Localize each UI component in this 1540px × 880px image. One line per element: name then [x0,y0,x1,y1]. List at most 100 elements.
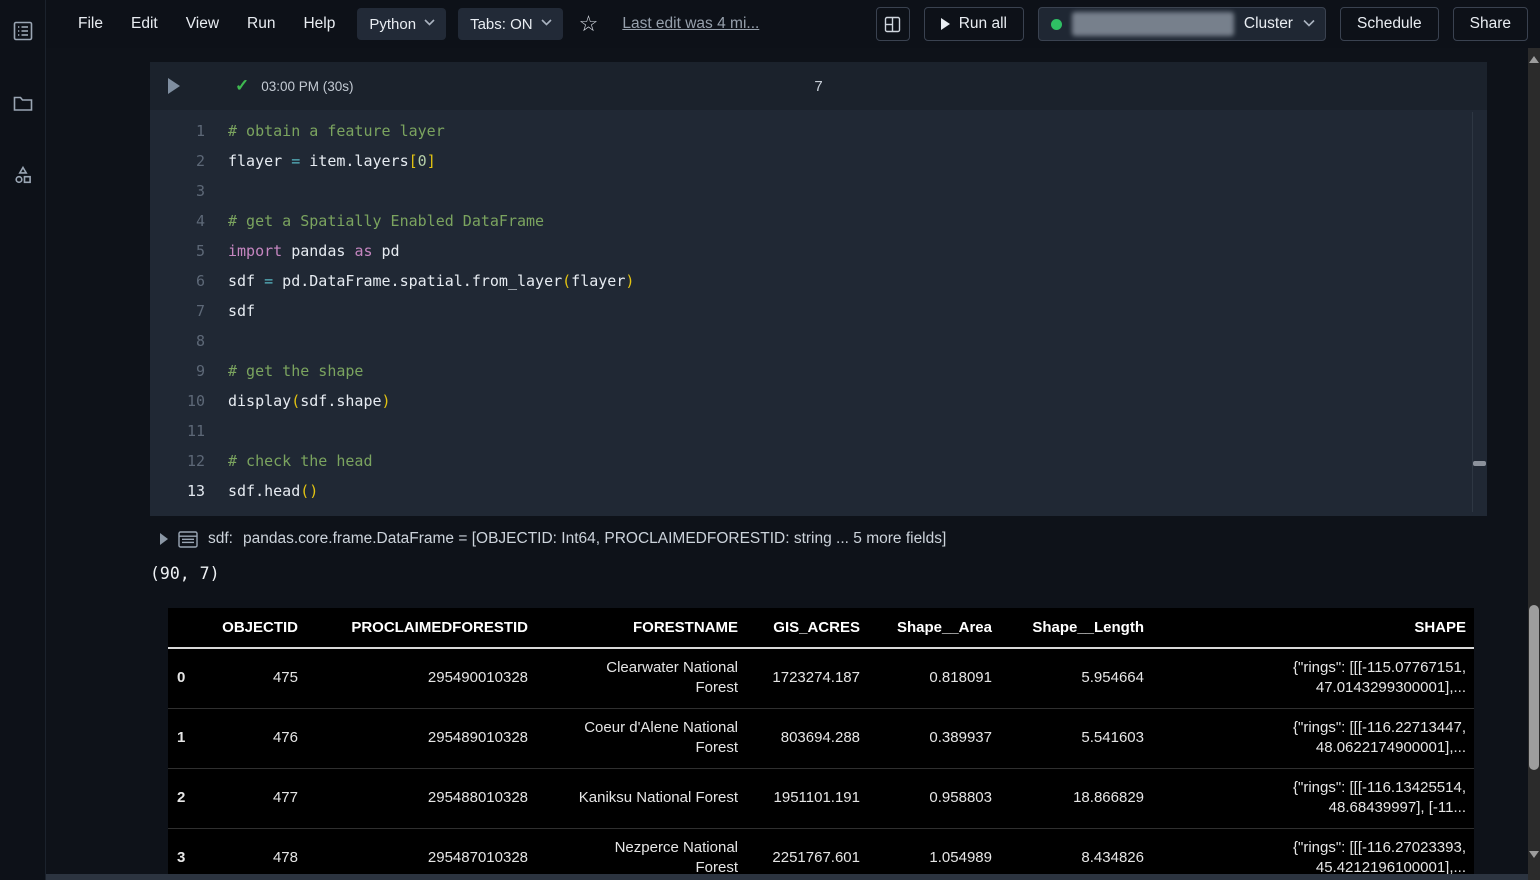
code-token: ( [300,482,310,500]
table-row: 1 476 295489010328 Coeur d'Alene National F… [168,708,1474,769]
menu-file[interactable]: File [78,15,103,33]
play-icon [940,18,950,30]
menu-edit[interactable]: Edit [131,15,158,33]
folder-icon[interactable] [0,80,46,126]
table-cell: 0 [168,648,216,709]
table-cell: 478 [216,828,300,880]
table-cell: 1723274.187 [740,648,862,709]
code-token: sdf.shape [300,392,382,410]
code-line: 10 display(sdf.shape) [150,386,1487,416]
last-edit-link[interactable]: Last edit was 4 mi... [622,15,759,33]
line-number: 10 [186,392,205,410]
table-cell: 295487010328 [300,828,530,880]
code-token: 0 [417,152,427,170]
menu-help[interactable]: Help [303,15,335,33]
code-token: pd.DataFrame.spatial.from_layer [273,272,563,290]
table-cell: 8.434826 [994,828,1146,880]
code-token: sdf [228,302,256,320]
table-cell: 2251767.601 [740,828,862,880]
code-token: flayer [571,272,626,290]
schedule-button[interactable]: Schedule [1339,7,1439,41]
code-text: import pandas as pd [228,236,400,266]
table-cell: {"rings": [[[-115.07767151, 47.014329930… [1146,648,1474,709]
code-token: sdf [228,272,265,290]
code-token: item.layers [300,152,409,170]
code-line: 1 # obtain a feature layer [150,116,1487,146]
table-body: 0 475 295490010328 Clearwater National Fore… [168,648,1474,880]
code-token: # obtain a feature layer [228,122,445,140]
favorite-star-icon[interactable]: ☆ [579,13,599,35]
table-cell: 476 [216,708,300,769]
code-line: 4 # get a Spatially Enabled DataFrame [150,206,1487,236]
line-number: 4 [195,212,205,230]
tabs-toggle[interactable]: Tabs: ON [458,8,563,40]
code-line: 5 import pandas as pd [150,236,1487,266]
code-token: # get the shape [228,362,364,380]
language-selector[interactable]: Python [357,8,447,40]
scroll-up-arrow-icon[interactable] [1529,56,1539,63]
table-row: 3 478 295487010328 Nezperce National Forest… [168,828,1474,880]
editor-scrollbar-thumb[interactable] [1473,461,1486,466]
code-token: = [291,152,301,170]
dataframe-output: OBJECTID PROCLAIMEDFORESTID FORESTNAME GIS_… [168,608,1474,880]
table-row: 0 475 295490010328 Clearwater National Fore… [168,648,1474,709]
dataframe-table: OBJECTID PROCLAIMEDFORESTID FORESTNAME GIS_… [168,608,1474,880]
cluster-label: Cluster [1243,15,1293,32]
chevron-down-icon [541,19,552,29]
code-text: # obtain a feature layer [228,116,445,146]
code-token: ] [426,152,436,170]
workflows-icon[interactable] [0,152,46,198]
code-token: = [264,272,274,290]
table-cell: 477 [216,768,300,829]
code-text: sdf.head() [228,476,318,506]
menu-run[interactable]: Run [247,15,275,33]
code-text: display(sdf.shape) [228,386,391,416]
table-header-cell: Shape__Length [994,608,1146,649]
notebook-panel-icon[interactable] [0,8,46,54]
code-text: sdf = pd.DataFrame.spatial.from_layer(fl… [228,266,634,296]
menu-view[interactable]: View [186,15,219,33]
editor-gutter-line [1472,112,1473,512]
line-number: 2 [195,152,205,170]
table-cell: 295488010328 [300,768,530,829]
table-header-cell: OBJECTID [216,608,300,649]
code-line: 3 [150,176,1487,206]
table-header-row: OBJECTID PROCLAIMEDFORESTID FORESTNAME GIS_… [168,608,1474,649]
chevron-down-icon [424,19,435,29]
table-cell: 475 [216,648,300,709]
menu-bar: File Edit View Run Help [78,15,335,33]
table-cell: 5.954664 [994,648,1146,709]
table-header-cell: SHAPE [1146,608,1474,649]
code-line: 7 sdf [150,296,1487,326]
code-line: 9 # get the shape [150,356,1487,386]
line-number: 1 [195,122,205,140]
line-number: 13 [186,482,205,500]
code-line: 12 # check the head [150,446,1487,476]
table-cell: {"rings": [[[-116.22713447, 48.062217490… [1146,708,1474,769]
cell-header: ✓ 03:00 PM (30s) 7 [150,62,1487,110]
page-scrollbar[interactable] [1528,48,1540,880]
table-cell: Clearwater National Forest [530,648,740,709]
table-cell: 0.389937 [862,708,994,769]
table-header-cell [168,608,216,649]
line-number: 9 [195,362,205,380]
expand-result-icon[interactable] [160,533,168,545]
code-token: [ [408,152,418,170]
cluster-selector[interactable]: Cluster [1037,7,1326,41]
page-scrollbar-thumb[interactable] [1529,605,1539,770]
layout-grid-button[interactable] [875,7,910,41]
scroll-down-arrow-icon[interactable] [1529,851,1539,858]
table-cell: 1951101.191 [740,768,862,829]
line-number: 12 [186,452,205,470]
run-all-button[interactable]: Run all [923,7,1024,41]
line-number: 6 [195,272,205,290]
code-editor[interactable]: 1 # obtain a feature layer 2 flayer = item.… [150,110,1487,506]
share-button[interactable]: Share [1452,7,1528,41]
code-line: 6 sdf = pd.DataFrame.spatial.from_layer(f… [150,266,1487,296]
code-line: 2 flayer = item.layers[0] [150,146,1487,176]
table-cell: 0.818091 [862,648,994,709]
toolbar-right-group: Run all Cluster Schedule Share [875,7,1528,41]
code-token: ) [381,392,391,410]
shape-output: (90, 7) [150,564,220,583]
table-cell: 18.866829 [994,768,1146,829]
